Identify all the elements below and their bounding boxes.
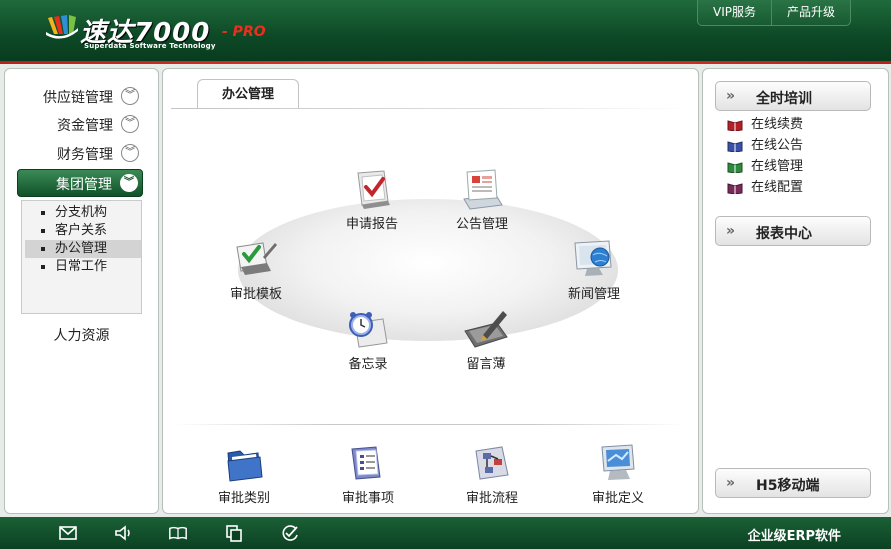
sidebar-item-label: 集团管理 <box>56 177 112 193</box>
link-label: 在线公告 <box>751 138 804 153</box>
main-panel: 办公管理 申请报告 公告管理 审批模板 新闻管理 备忘录 留言薄 审批类别 审批… <box>162 68 699 514</box>
app-label: 申请报告 <box>345 217 398 232</box>
sidebar: 供应链管理 ︾ 资金管理 ︾ 财务管理 ︾ 集团管理 ︾ 分支机构 客户关系 办… <box>4 68 159 514</box>
book-blue-icon <box>727 141 743 152</box>
app-apply-report[interactable]: 申请报告 <box>327 167 417 232</box>
link-label: 在线续费 <box>751 117 804 132</box>
header: 速达7000 - PRO Superdata Software Technolo… <box>0 0 891 64</box>
double-chevron-right-icon: » <box>726 88 736 104</box>
document-list-icon <box>351 446 381 480</box>
app-notice-manage[interactable]: 公告管理 <box>437 167 527 232</box>
sidebar-item-finance[interactable]: 财务管理 ︾ <box>17 142 143 166</box>
footer-tagline: 企业级ERP软件 <box>747 529 841 544</box>
book-red-icon <box>727 120 743 131</box>
group-submenu: 分支机构 客户关系 办公管理 日常工作 <box>21 200 142 314</box>
right-panel: » 全时培训 在线续费 在线公告 在线管理 在线配置 » 报表中心 » H5移动… <box>702 68 889 514</box>
app-approval-flow[interactable]: 审批流程 <box>447 441 537 506</box>
book-green-icon <box>727 162 743 173</box>
app-approval-item[interactable]: 审批事项 <box>323 441 413 506</box>
h5-mobile-button[interactable]: » H5移动端 <box>715 468 871 498</box>
app-approval-category[interactable]: 审批类别 <box>199 441 289 506</box>
sidebar-item-hr[interactable]: 人力资源 <box>5 325 158 345</box>
folder-icon <box>227 450 263 482</box>
app-label: 备忘录 <box>348 357 388 372</box>
chevron-down-icon: ︾ <box>121 115 139 133</box>
book-purple-icon <box>727 183 743 194</box>
app-news-manage[interactable]: 新闻管理 <box>549 237 639 302</box>
book-icon[interactable] <box>168 524 188 542</box>
link-online-renew[interactable]: 在线续费 <box>727 115 803 135</box>
logo-pro: - PRO <box>222 24 266 40</box>
training-label: 全时培训 <box>756 91 812 107</box>
sidebar-item-supply-chain[interactable]: 供应链管理 ︾ <box>17 85 143 109</box>
header-divider <box>0 61 891 64</box>
report-center-button[interactable]: » 报表中心 <box>715 216 871 246</box>
sidebar-item-funds[interactable]: 资金管理 ︾ <box>17 113 143 137</box>
submenu-item-branches[interactable]: 分支机构 <box>25 204 141 222</box>
app-label: 公告管理 <box>455 217 508 232</box>
section-divider <box>173 424 688 425</box>
report-center-label: 报表中心 <box>756 226 812 242</box>
flowchart-icon <box>475 446 509 480</box>
link-label: 在线管理 <box>751 159 804 174</box>
footer: 企业级ERP软件 <box>0 517 891 549</box>
link-online-notice[interactable]: 在线公告 <box>727 136 803 156</box>
app-guestbook[interactable]: 留言薄 <box>441 307 531 372</box>
monitor-globe-icon <box>574 240 612 276</box>
app-label: 审批流程 <box>465 491 518 506</box>
vip-service-link[interactable]: VIP服务 <box>698 0 771 25</box>
app-label: 留言薄 <box>466 357 506 372</box>
chevron-down-icon: ︾ <box>121 144 139 162</box>
submenu-item-daily-work[interactable]: 日常工作 <box>25 258 141 276</box>
report-icon <box>357 170 390 209</box>
alarm-clock-icon <box>349 312 388 348</box>
link-online-config[interactable]: 在线配置 <box>727 178 803 198</box>
approval-template-icon <box>236 242 277 275</box>
double-chevron-right-icon: » <box>726 475 736 491</box>
sidebar-item-group[interactable]: 集团管理 ︾ <box>17 169 143 197</box>
sidebar-item-label: 财务管理 <box>57 147 113 163</box>
app-label: 审批定义 <box>591 491 644 506</box>
tab-divider <box>171 108 691 109</box>
app-approval-define[interactable]: 审批定义 <box>573 441 663 506</box>
sidebar-item-label: 资金管理 <box>57 118 113 134</box>
check-circle-icon[interactable] <box>280 524 300 542</box>
submenu-item-office[interactable]: 办公管理 <box>25 240 141 258</box>
app-label: 新闻管理 <box>567 287 620 302</box>
app-memo[interactable]: 备忘录 <box>323 307 413 372</box>
logo: 速达7000 - PRO Superdata Software Technolo… <box>46 12 276 54</box>
submenu-item-customers[interactable]: 客户关系 <box>25 222 141 240</box>
top-links: VIP服务 产品升级 <box>696 0 851 26</box>
app-label: 审批类别 <box>217 491 270 506</box>
pen-pad-icon <box>464 311 508 348</box>
logo-subtitle: Superdata Software Technology <box>84 42 216 50</box>
tab-office[interactable]: 办公管理 <box>197 79 299 109</box>
product-upgrade-link[interactable]: 产品升级 <box>770 0 850 25</box>
logo-mark-icon <box>46 15 78 39</box>
app-approval-template[interactable]: 审批模板 <box>211 237 301 302</box>
chevron-down-icon: ︾ <box>120 174 138 192</box>
copy-icon[interactable] <box>224 524 244 542</box>
h5-mobile-label: H5移动端 <box>756 478 820 494</box>
double-chevron-right-icon: » <box>726 223 736 239</box>
speaker-icon[interactable] <box>113 524 133 542</box>
app-label: 审批模板 <box>229 287 282 302</box>
app-label: 审批事项 <box>341 491 394 506</box>
training-button[interactable]: » 全时培训 <box>715 81 871 111</box>
link-online-manage[interactable]: 在线管理 <box>727 157 803 177</box>
sidebar-item-label: 供应链管理 <box>43 90 113 106</box>
monitor-icon <box>601 444 635 480</box>
link-label: 在线配置 <box>751 180 804 195</box>
notice-board-icon <box>463 169 503 210</box>
chevron-down-icon: ︾ <box>121 87 139 105</box>
mail-icon[interactable] <box>58 524 78 542</box>
